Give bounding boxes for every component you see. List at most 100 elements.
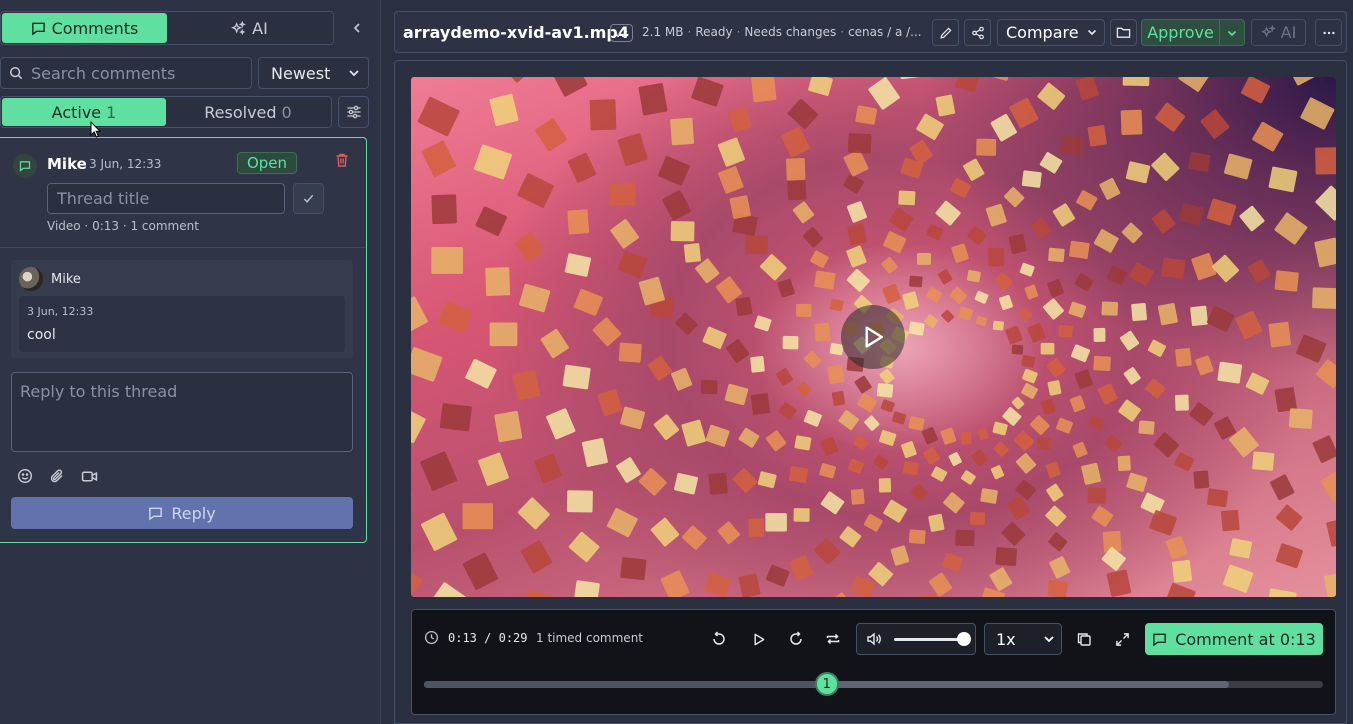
volume-slider-track[interactable]	[894, 638, 964, 641]
current-time: 0:13	[448, 631, 477, 645]
thread-time: 3 Jun, 12:33	[89, 157, 162, 171]
rotate-cw-icon	[790, 631, 802, 645]
attach-button[interactable]	[48, 467, 66, 485]
chevron-down-icon	[1227, 30, 1237, 36]
filter-active-count: 1	[106, 102, 117, 122]
search-icon	[10, 67, 23, 80]
emoji-icon	[17, 468, 33, 484]
sparkle-icon	[1260, 25, 1276, 38]
status-filter: Active 1 Resolved 0	[0, 96, 332, 128]
reply-input[interactable]	[11, 372, 353, 452]
timeline-comment-marker[interactable]: 1	[814, 672, 839, 696]
filter-settings-button[interactable]	[338, 96, 369, 128]
review-status[interactable]: Needs changes	[744, 25, 836, 39]
tab-comments[interactable]: Comments	[2, 13, 167, 43]
fullscreen-button[interactable]	[1112, 629, 1132, 649]
play-icon	[865, 326, 883, 348]
chevron-down-icon	[349, 70, 359, 77]
more-horizontal-icon	[1322, 31, 1335, 34]
playback-speed-select[interactable]: 1x	[984, 623, 1062, 655]
thread-meta: Video · 0:13 · 1 comment	[47, 219, 199, 233]
filter-resolved-label: Resolved	[204, 102, 277, 122]
volume-icon[interactable]	[866, 631, 882, 647]
mouse-cursor	[90, 121, 102, 138]
loop-button[interactable]	[823, 629, 843, 649]
clock-icon	[424, 630, 439, 645]
duration: 0:29	[498, 631, 528, 645]
filter-active[interactable]: Active 1	[2, 98, 166, 126]
time-separator: /	[476, 631, 499, 645]
rewind-button[interactable]	[709, 629, 729, 649]
comment-at-label: Comment at 0:13	[1175, 629, 1316, 649]
folder-button[interactable]	[1110, 19, 1137, 46]
file-state: Ready	[695, 25, 733, 39]
video-player: 0:13 / 0:29 1 timed comment 1x Comment a…	[394, 60, 1347, 724]
sliders-icon	[347, 105, 360, 119]
thread-author: Mike	[47, 155, 87, 173]
search-input[interactable]	[31, 63, 241, 83]
play-icon	[754, 633, 764, 645]
expand-icon	[1115, 632, 1129, 646]
collapse-sidebar-button[interactable]	[345, 16, 369, 40]
emoji-button[interactable]	[16, 467, 34, 485]
ai-button[interactable]: AI	[1251, 19, 1306, 46]
forward-button[interactable]	[786, 629, 806, 649]
save-title-button[interactable]	[293, 183, 324, 214]
reply-button-label: Reply	[171, 503, 216, 523]
chat-icon	[149, 507, 163, 521]
approve-button[interactable]: Approve	[1142, 20, 1220, 45]
check-icon	[303, 194, 314, 203]
comment-date: 3 Jun, 12:33	[27, 305, 94, 318]
play-overlay-button[interactable]	[841, 305, 905, 369]
chat-icon	[31, 22, 45, 36]
reply-button[interactable]: Reply	[11, 497, 353, 529]
more-options-button[interactable]	[1315, 19, 1342, 46]
approve-button-group: Approve	[1141, 19, 1245, 46]
folder-icon	[1116, 27, 1131, 38]
tab-ai-label: AI	[252, 18, 268, 38]
volume-slider-handle[interactable]	[957, 632, 971, 646]
comment-item: Mike 3 Jun, 12:33 cool	[11, 260, 353, 358]
video-camera-icon	[81, 471, 97, 481]
filter-resolved[interactable]: Resolved 0	[166, 98, 330, 126]
speed-value: 1x	[996, 629, 1016, 649]
thread-icon	[13, 154, 37, 178]
comment-at-time-button[interactable]: Comment at 0:13	[1145, 623, 1323, 655]
chat-icon	[1153, 633, 1167, 647]
file-path[interactable]: cenas / a /...	[848, 25, 922, 39]
share-icon	[971, 26, 984, 39]
comment-author: Mike	[51, 272, 81, 287]
delete-thread-button[interactable]	[334, 152, 350, 172]
sidebar-tabs: Comments AI	[0, 11, 334, 45]
repeat-icon	[826, 633, 840, 645]
record-video-button[interactable]	[80, 467, 98, 485]
compare-select[interactable]: Compare	[997, 19, 1105, 46]
comment-thread: Mike 3 Jun, 12:33 Open Video · 0:13 · 1 …	[0, 137, 367, 543]
thread-status-badge[interactable]: Open	[237, 152, 297, 174]
thread-header: Mike 3 Jun, 12:33 Open Video · 0:13 · 1 …	[0, 138, 366, 248]
ai-button-label: AI	[1280, 23, 1297, 42]
video-frame[interactable]	[411, 77, 1336, 597]
sparkle-icon	[231, 20, 247, 35]
share-button[interactable]	[964, 19, 991, 46]
avatar	[19, 267, 43, 291]
search-box	[0, 57, 252, 89]
rotate-ccw-icon	[713, 631, 725, 645]
compare-label: Compare	[1006, 23, 1079, 42]
comment-text: cool	[27, 327, 56, 343]
play-button[interactable]	[748, 629, 768, 649]
tab-comments-label: Comments	[51, 18, 139, 38]
sort-select[interactable]: Newest	[258, 57, 369, 89]
tab-ai[interactable]: AI	[167, 13, 332, 43]
approve-dropdown-button[interactable]	[1220, 20, 1244, 45]
time-display: 0:13 / 0:29	[448, 631, 528, 645]
marker-label: 1	[822, 676, 831, 692]
version-badge[interactable]: v2	[610, 24, 633, 42]
timeline-scrubber[interactable]	[424, 681, 1323, 688]
picture-in-picture-button[interactable]	[1074, 629, 1094, 649]
thread-title-input[interactable]	[47, 183, 285, 214]
filter-resolved-count: 0	[281, 102, 292, 122]
comments-sidebar: Comments AI Newest Active 1 Resolved 0	[0, 0, 381, 724]
edit-button[interactable]	[932, 19, 959, 46]
copy-icon	[1077, 633, 1091, 646]
